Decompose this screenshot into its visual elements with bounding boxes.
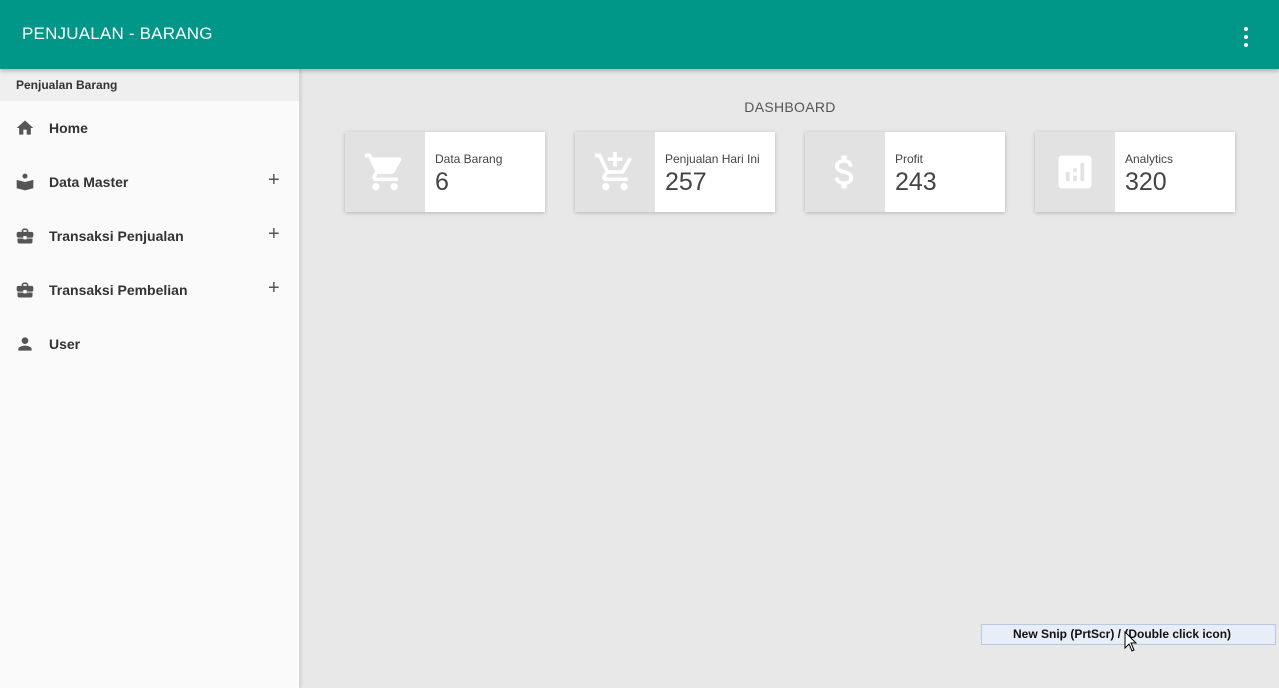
briefcase-icon [16, 228, 34, 244]
card-value: 257 [665, 168, 707, 196]
home-icon [16, 120, 34, 135]
sidebar-item-label: Transaksi Penjualan [49, 228, 184, 244]
dollar-icon [834, 155, 854, 189]
card-value: 243 [895, 168, 937, 196]
app-bar: PENJUALAN - BARANG [0, 0, 1279, 69]
sidebar-item-label: Home [49, 120, 88, 136]
stat-card-penjualan-hari-ini[interactable]: Penjualan Hari Ini 257 [575, 132, 775, 212]
page-title: DASHBOARD [744, 99, 836, 115]
sidebar: Penjualan Barang Home Data Master + Tran… [0, 69, 300, 688]
card-label: Data Barang [435, 152, 503, 166]
sidebar-item-data-master[interactable]: Data Master + [0, 155, 299, 209]
expand-icon[interactable]: + [268, 278, 280, 298]
card-label: Analytics [1125, 152, 1174, 166]
book-icon [16, 173, 34, 191]
main-content: DASHBOARD Data Barang 6 Penjualan Hari I… [301, 69, 1279, 688]
stat-card-profit[interactable]: Profit 243 [805, 132, 1005, 212]
analytics-icon [1058, 155, 1092, 189]
stat-card-analytics[interactable]: Analytics 320 [1035, 132, 1235, 212]
shopping-cart-icon [364, 153, 402, 191]
sidebar-item-home[interactable]: Home [0, 101, 299, 155]
mouse-cursor-icon [1124, 631, 1138, 652]
card-label: Profit [895, 152, 924, 166]
app-title: PENJUALAN - BARANG [22, 24, 213, 43]
card-icon-box [345, 132, 425, 212]
add-shopping-cart-icon [594, 151, 632, 191]
expand-icon[interactable]: + [268, 224, 280, 244]
sidebar-item-user[interactable]: User [0, 317, 299, 371]
card-value: 320 [1125, 168, 1167, 196]
card-icon-box [805, 132, 885, 212]
card-value: 6 [435, 168, 449, 196]
sidebar-item-transaksi-penjualan[interactable]: Transaksi Penjualan + [0, 209, 299, 263]
sidebar-item-label: Data Master [49, 174, 129, 190]
sidebar-item-transaksi-pembelian[interactable]: Transaksi Pembelian + [0, 263, 299, 317]
kebab-dot [1244, 43, 1248, 47]
expand-icon[interactable]: + [268, 170, 280, 190]
person-icon [18, 337, 32, 351]
sidebar-item-label: User [49, 336, 81, 352]
card-icon-box [1035, 132, 1115, 212]
card-label: Penjualan Hari Ini [665, 152, 760, 166]
kebab-dot [1244, 27, 1248, 31]
briefcase-icon [16, 282, 34, 298]
stat-card-data-barang[interactable]: Data Barang 6 [345, 132, 545, 212]
sidebar-title: Penjualan Barang [0, 69, 299, 101]
kebab-dot [1244, 35, 1248, 39]
card-icon-box [575, 132, 655, 212]
sidebar-item-label: Transaksi Pembelian [49, 282, 188, 298]
more-vert-icon[interactable] [1234, 22, 1258, 48]
